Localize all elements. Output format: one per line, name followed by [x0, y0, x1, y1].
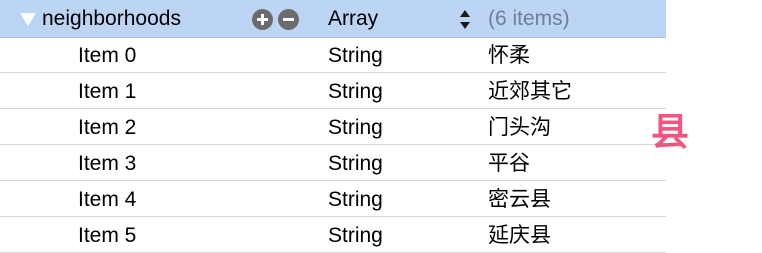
item-key: Item 3: [78, 152, 137, 175]
item-type[interactable]: String: [328, 218, 383, 253]
type-stepper-icon[interactable]: [459, 9, 471, 31]
item-key: Item 5: [78, 224, 137, 247]
item-value[interactable]: 延庆县: [488, 218, 551, 253]
item-type[interactable]: String: [328, 146, 383, 181]
remove-item-icon[interactable]: [278, 9, 299, 30]
add-item-icon[interactable]: [252, 9, 273, 30]
item-value[interactable]: 密云县: [488, 182, 551, 217]
item-key: Item 0: [78, 44, 137, 67]
item-key: Item 1: [78, 80, 137, 103]
stepper-up-icon[interactable]: [460, 10, 470, 17]
item-row-2[interactable]: Item 2 String 门头沟: [0, 110, 666, 145]
item-row-1[interactable]: Item 1 String 近郊其它: [0, 74, 666, 109]
item-key: Item 2: [78, 116, 137, 139]
plist-editor: neighborhoods Array (6 items) Item 0 Str…: [0, 0, 666, 253]
item-type[interactable]: String: [328, 74, 383, 109]
item-value[interactable]: 平谷: [488, 146, 530, 181]
item-value[interactable]: 怀柔: [488, 38, 530, 73]
item-row-3[interactable]: Item 3 String 平谷: [0, 146, 666, 181]
overlay-character: 县: [651, 110, 690, 154]
item-value[interactable]: 近郊其它: [488, 74, 572, 109]
item-key: Item 4: [78, 188, 137, 211]
row-key[interactable]: neighborhoods: [42, 0, 181, 38]
item-value[interactable]: 门头沟: [488, 110, 551, 145]
item-row-5[interactable]: Item 5 String 延庆县: [0, 218, 666, 253]
item-row-0[interactable]: Item 0 String 怀柔: [0, 38, 666, 73]
stepper-down-icon[interactable]: [460, 22, 470, 29]
item-type[interactable]: String: [328, 38, 383, 73]
item-row-4[interactable]: Item 4 String 密云县: [0, 182, 666, 217]
item-type[interactable]: String: [328, 182, 383, 217]
neighborhoods-array-row[interactable]: neighborhoods Array (6 items): [0, 0, 666, 38]
item-count: (6 items): [488, 7, 570, 30]
item-type[interactable]: String: [328, 110, 383, 145]
disclosure-triangle-icon[interactable]: [20, 13, 36, 26]
type-select[interactable]: Array: [328, 0, 378, 38]
